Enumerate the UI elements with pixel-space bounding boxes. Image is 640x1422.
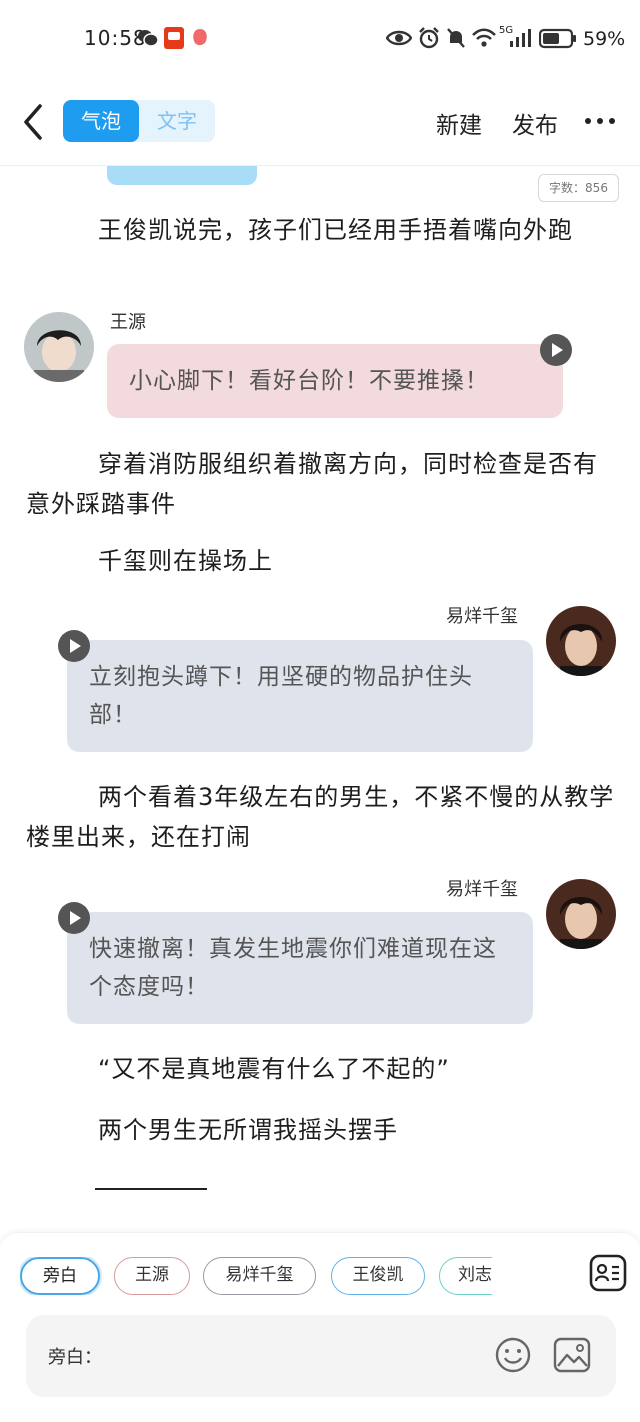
- narration-paragraph[interactable]: “又不是真地震有什么了不起的”: [26, 1049, 616, 1089]
- new-button[interactable]: 新建: [436, 106, 482, 140]
- dialogue-bubble[interactable]: 立刻抱头蹲下！用坚硬的物品护住头部！: [67, 640, 533, 752]
- compose-input-row: 旁白：: [26, 1315, 616, 1397]
- roles-icon[interactable]: [588, 1253, 628, 1293]
- narration-paragraph[interactable]: 两个男生无所谓我摇头摆手: [26, 1110, 616, 1150]
- text-cursor-underline: [95, 1188, 207, 1190]
- battery-percent: 59%: [583, 28, 626, 50]
- role-selector: 旁白 王源 易烊千玺 王俊凯 刘志: [20, 1257, 492, 1295]
- wechat-icon: [138, 30, 159, 47]
- dialogue-bubble[interactable]: 快速撤离！真发生地震你们难道现在这个态度吗！: [67, 912, 533, 1024]
- speaker-name: 王源: [110, 312, 146, 333]
- role-chip-yiyangqianxi[interactable]: 易烊千玺: [203, 1257, 316, 1295]
- role-chip-wangyuan[interactable]: 王源: [114, 1257, 190, 1295]
- mode-toggle: 气泡 文字: [63, 100, 215, 142]
- alarm-icon: [419, 27, 439, 49]
- wifi-icon: [472, 28, 496, 47]
- current-role-label: 旁白：: [48, 1347, 102, 1368]
- status-bar: 10:58 5G 59%: [0, 0, 640, 78]
- play-icon[interactable]: [58, 902, 90, 934]
- compose-panel: 旁白 王源 易烊千玺 王俊凯 刘志 旁白：: [0, 1232, 640, 1422]
- avatar-image: [24, 312, 94, 382]
- narration-paragraph[interactable]: 穿着消防服组织着撤离方向，同时检查是否有意外踩踏事件: [26, 444, 616, 524]
- editor-header: 气泡 文字 新建 发布: [0, 80, 640, 166]
- role-chip-wangjunkai[interactable]: 王俊凯: [331, 1257, 425, 1295]
- avatar-image: [546, 606, 616, 676]
- word-count-badge: 字数：856: [538, 174, 619, 202]
- image-icon[interactable]: [552, 1336, 592, 1374]
- tab-bubble[interactable]: 气泡: [63, 100, 139, 142]
- narration-paragraph[interactable]: 千玺则在操场上: [26, 541, 616, 581]
- speaker-name: 易烊千玺: [446, 879, 518, 900]
- signal-icon: [510, 29, 531, 47]
- speaker-name: 易烊千玺: [446, 606, 518, 627]
- play-icon[interactable]: [58, 630, 90, 662]
- avatar-image: [546, 879, 616, 949]
- avatar-wangyuan[interactable]: [24, 312, 94, 382]
- eye-icon: [386, 30, 412, 46]
- more-icon[interactable]: [582, 106, 618, 136]
- mute-bell-icon: [447, 28, 465, 48]
- emoji-icon[interactable]: [494, 1336, 532, 1374]
- role-chip-liuzhi[interactable]: 刘志: [439, 1257, 492, 1295]
- play-icon[interactable]: [540, 334, 572, 366]
- app-notification-icon: [193, 29, 207, 46]
- taobao-icon: [164, 27, 184, 49]
- tab-text[interactable]: 文字: [139, 100, 215, 142]
- role-chip-narrator[interactable]: 旁白: [20, 1257, 100, 1295]
- battery-icon: [539, 28, 576, 49]
- avatar-yiyangqianxi[interactable]: [546, 879, 616, 949]
- narration-paragraph[interactable]: 王俊凯说完，孩子们已经用手捂着嘴向外跑: [26, 210, 616, 250]
- narration-paragraph[interactable]: 两个看着3年级左右的男生，不紧不慢的从教学楼里出来，还在打闹: [26, 777, 616, 857]
- avatar-yiyangqianxi[interactable]: [546, 606, 616, 676]
- publish-button[interactable]: 发布: [512, 106, 558, 140]
- compose-input[interactable]: [104, 1335, 484, 1375]
- dialogue-bubble[interactable]: 小心脚下！看好台阶！不要推搡！: [107, 344, 563, 418]
- back-icon[interactable]: [18, 102, 50, 142]
- previous-bubble-edge[interactable]: [107, 166, 257, 185]
